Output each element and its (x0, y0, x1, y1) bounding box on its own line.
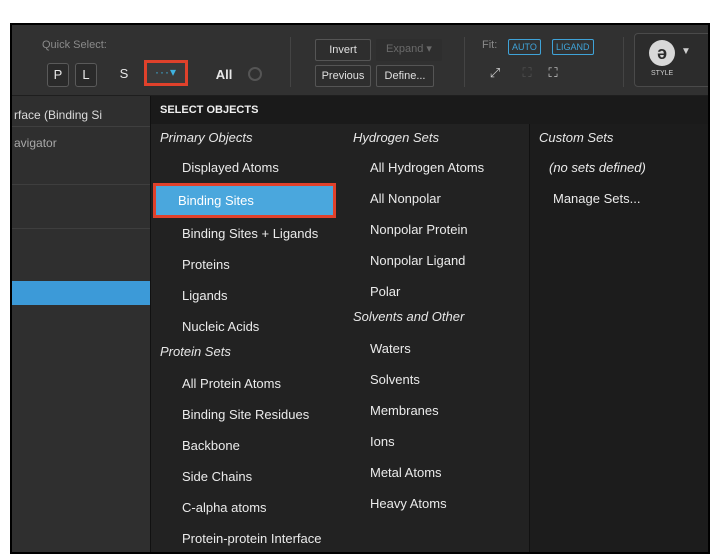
menu-item-c-alpha-atoms[interactable]: C-alpha atoms (151, 492, 344, 523)
menu-item-nonpolar-ligand[interactable]: Nonpolar Ligand (344, 245, 529, 276)
structure-tab[interactable]: rface (Binding Si (12, 104, 154, 127)
menu-item-ligands[interactable]: Ligands (151, 280, 344, 311)
style-label: STYLE (651, 70, 674, 77)
panel-divider (12, 184, 152, 185)
app-window: Quick Select: P L S ···▾ All Invert Expa… (10, 23, 710, 554)
toolbar-divider (464, 37, 465, 87)
custom-column: Custom Sets (no sets defined) Manage Set… (529, 124, 708, 552)
quick-select-p-button[interactable]: P (47, 63, 69, 87)
fit-label: Fit: (482, 39, 498, 51)
menu-item-binding-site-residues[interactable]: Binding Site Residues (151, 399, 344, 430)
invert-button[interactable]: Invert (315, 39, 371, 61)
menu-item-membranes[interactable]: Membranes (344, 395, 529, 426)
style-icon: ǝ (649, 40, 675, 66)
menu-item-nonpolar-protein[interactable]: Nonpolar Protein (344, 214, 529, 245)
custom-sets-heading: Custom Sets (539, 130, 614, 145)
quick-select-s-button[interactable]: S (113, 63, 135, 87)
highlight-callout: Binding Sites (153, 183, 336, 218)
manage-sets-item[interactable]: Manage Sets... (530, 183, 708, 214)
primary-column: Primary Objects Displayed Atoms Binding … (151, 124, 344, 552)
more-select-button[interactable]: ···▾ (144, 60, 188, 86)
menu-item-side-chains[interactable]: Side Chains (151, 461, 344, 492)
toolbar: Quick Select: P L S ···▾ All Invert Expa… (12, 25, 708, 96)
fit-selection-icon[interactable]: ⛶ (518, 65, 536, 81)
solvents-heading: Solvents and Other (353, 309, 465, 324)
menu-item-nucleic-acids[interactable]: Nucleic Acids (151, 311, 344, 342)
no-sets-label: (no sets defined) (549, 160, 646, 175)
menu-item-solvents[interactable]: Solvents (344, 364, 529, 395)
menu-item-proteins[interactable]: Proteins (151, 249, 344, 280)
menu-item-waters[interactable]: Waters (344, 333, 529, 364)
left-panel: rface (Binding Si avigator (12, 96, 154, 552)
fit-view-icon[interactable]: ⛶ (544, 65, 562, 81)
menu-item-binding-sites[interactable]: Binding Sites (156, 186, 333, 215)
menu-item-backbone[interactable]: Backbone (151, 430, 344, 461)
menu-item-displayed-atoms[interactable]: Displayed Atoms (151, 152, 344, 183)
menu-header: SELECT OBJECTS (151, 96, 708, 124)
clear-selection-icon[interactable] (248, 67, 262, 81)
navigator-label[interactable]: avigator (12, 136, 57, 150)
style-button[interactable]: ǝ ▼ STYLE (634, 33, 708, 87)
quick-select-l-button[interactable]: L (75, 63, 97, 87)
protein-sets-heading: Protein Sets (160, 344, 231, 359)
fit-ligand-toggle[interactable]: LIGAND (552, 39, 594, 55)
primary-objects-heading: Primary Objects (160, 130, 253, 145)
menu-item-all-protein-atoms[interactable]: All Protein Atoms (151, 368, 344, 399)
menu-item-polar[interactable]: Polar (344, 276, 529, 307)
toolbar-divider (623, 37, 624, 87)
fit-all-icon[interactable]: ⤢ (486, 65, 504, 81)
panel-divider (12, 228, 152, 229)
menu-item-ions[interactable]: Ions (344, 426, 529, 457)
quick-select-label: Quick Select: (42, 39, 107, 51)
selected-row[interactable] (12, 281, 152, 305)
menu-item-protein-protein-interface[interactable]: Protein-protein Interface (151, 523, 344, 552)
select-all-button[interactable]: All (208, 63, 240, 87)
hydrogen-sets-heading: Hydrogen Sets (353, 130, 439, 145)
menu-item-all-nonpolar[interactable]: All Nonpolar (344, 183, 529, 214)
expand-button[interactable]: Expand ▾ (376, 39, 442, 61)
fit-auto-toggle[interactable]: AUTO (508, 39, 541, 55)
menu-item-metal-atoms[interactable]: Metal Atoms (344, 457, 529, 488)
hydrogen-column: Hydrogen Sets All Hydrogen Atoms All Non… (344, 124, 529, 552)
select-objects-menu: SELECT OBJECTS Primary Objects Displayed… (150, 96, 708, 552)
toolbar-divider (290, 37, 291, 87)
define-button[interactable]: Define... (376, 65, 434, 87)
menu-item-all-hydrogen-atoms[interactable]: All Hydrogen Atoms (344, 152, 529, 183)
menu-item-heavy-atoms[interactable]: Heavy Atoms (344, 488, 529, 519)
chevron-down-icon: ▼ (681, 46, 691, 57)
previous-button[interactable]: Previous (315, 65, 371, 87)
menu-item-binding-sites-ligands[interactable]: Binding Sites + Ligands (151, 218, 344, 249)
